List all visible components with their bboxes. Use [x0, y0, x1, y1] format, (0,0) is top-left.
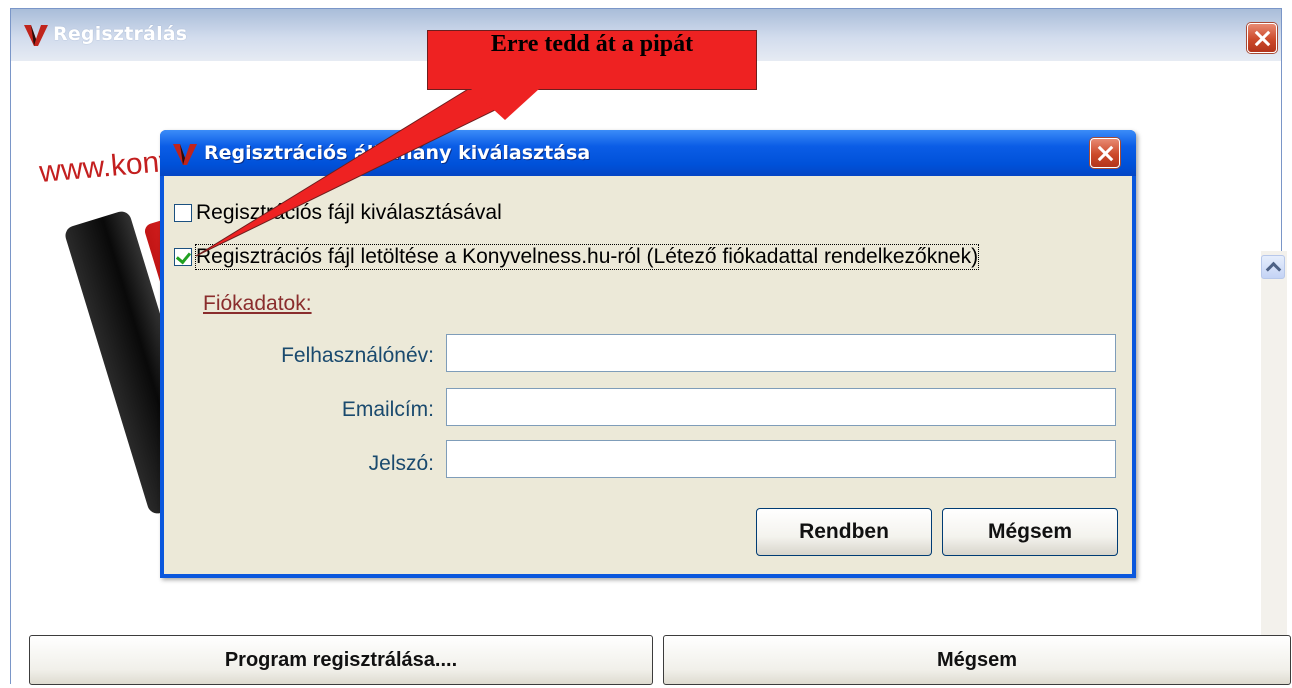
annotation-callout: Erre tedd át a pipát: [427, 30, 757, 90]
callout-pointer: [195, 87, 541, 257]
callout-text: Erre tedd át a pipát: [490, 31, 694, 57]
